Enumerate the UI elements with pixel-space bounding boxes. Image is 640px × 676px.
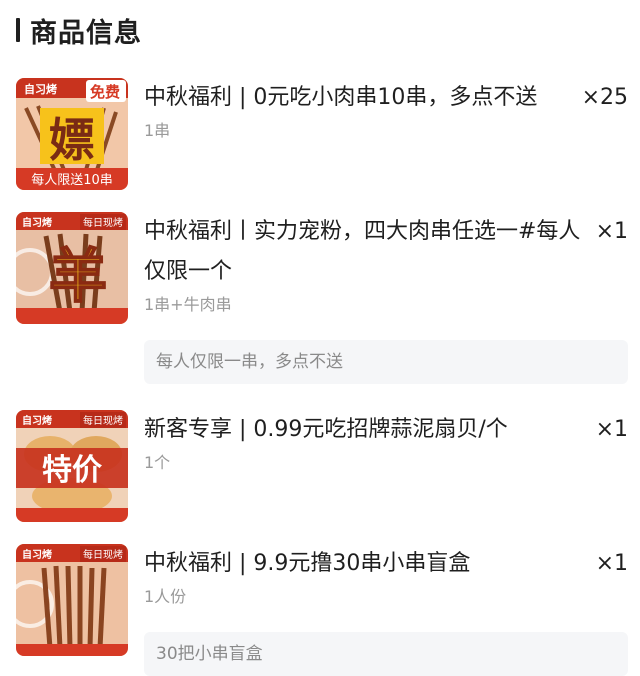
- order-item[interactable]: 自习烤 免费 嫖 每人限送10串 中秋福利 | 0元吃小肉串10串，多点不送 1…: [16, 78, 628, 190]
- item-info: 中秋福利丨实力宠粉，四大肉串任选一#每人仅限一个 1串+牛肉串: [144, 212, 594, 316]
- item-spec: 1个: [144, 453, 171, 472]
- item-title: 中秋福利 | 9.9元撸30串小串盲盒: [144, 551, 471, 576]
- section-bar: [16, 18, 20, 42]
- order-item[interactable]: 自习烤 每日现烤 羊 中秋福利丨实力宠粉，四大肉串任选一#每人仅限一个 1串+牛…: [16, 212, 628, 388]
- thumb-big-char: 羊: [49, 242, 107, 310]
- item-title: 中秋福利 | 0元吃小肉串10串，多点不送: [144, 85, 538, 110]
- item-note: 30把小串盲盒: [144, 632, 628, 676]
- free-badge-text: 免费: [90, 83, 120, 101]
- item-title: 新客专享 | 0.99元吃招牌蒜泥扇贝/个: [144, 417, 508, 442]
- item-title: 中秋福利丨实力宠粉，四大肉串任选一#每人仅限一个: [144, 219, 581, 284]
- section-header: 商品信息: [16, 12, 142, 49]
- item-info: 中秋福利 | 0元吃小肉串10串，多点不送 1串: [144, 78, 594, 142]
- product-thumbnail[interactable]: 自习烤 每日现烤 特价: [16, 410, 128, 522]
- thumb-banner-text: 每人限送10串: [31, 172, 113, 188]
- product-thumbnail[interactable]: 自习烤 每日现烤 羊: [16, 212, 128, 324]
- thumb-big-char: 嫖: [49, 113, 95, 167]
- item-quantity: ×1: [595, 551, 628, 576]
- item-info: 中秋福利 | 9.9元撸30串小串盲盒 1人份: [144, 544, 594, 608]
- product-thumbnail[interactable]: 自习烤 免费 嫖 每人限送10串: [16, 78, 128, 190]
- item-note: 每人仅限一串，多点不送: [144, 340, 628, 384]
- item-quantity: ×1: [595, 219, 628, 244]
- item-info: 新客专享 | 0.99元吃招牌蒜泥扇贝/个 1个: [144, 410, 594, 474]
- fresh-badge-text: 每日现烤: [83, 414, 123, 427]
- shop-name-text: 自习烤: [22, 414, 52, 427]
- item-spec: 1串: [144, 121, 171, 140]
- item-spec: 1人份: [144, 587, 187, 606]
- shop-name-text: 自习烤: [24, 82, 57, 96]
- order-item[interactable]: 自习烤 每日现烤 特价 新客专享 | 0.99元吃招牌蒜泥扇贝/个 1个 ×1: [16, 410, 628, 522]
- shop-name-text: 自习烤: [22, 548, 52, 561]
- item-quantity: ×1: [595, 417, 628, 442]
- item-spec: 1串+牛肉串: [144, 295, 232, 314]
- thumb-big-char: 特价: [42, 453, 102, 488]
- shop-name-text: 自习烤: [22, 216, 52, 229]
- fresh-badge-text: 每日现烤: [83, 548, 123, 561]
- product-thumbnail[interactable]: 自习烤 每日现烤: [16, 544, 128, 656]
- fresh-badge-text: 每日现烤: [83, 216, 123, 229]
- section-title: 商品信息: [30, 17, 142, 49]
- item-quantity: ×25: [581, 85, 628, 110]
- order-item[interactable]: 自习烤 每日现烤 中秋福利 | 9.9元撸30串小串盲盒 1人份 ×1 30把小…: [16, 544, 628, 676]
